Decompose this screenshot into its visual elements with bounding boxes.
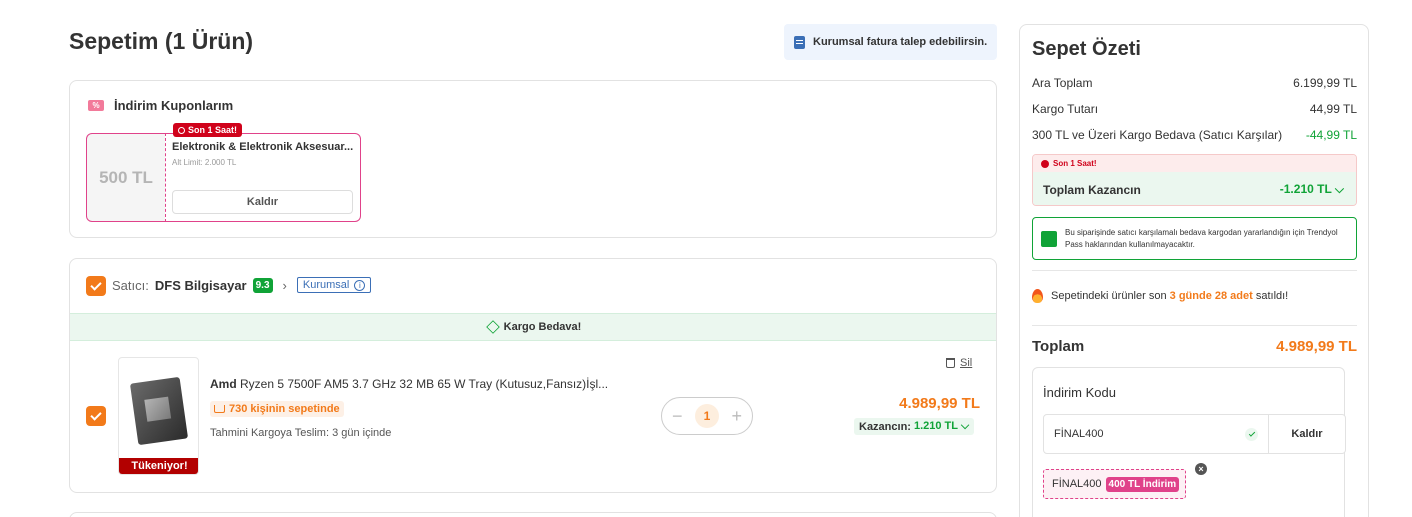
coupons-heading-text: İndirim Kuponlarım bbox=[114, 98, 234, 113]
total-savings-row: Toplam Kazancın -1.210 TL ⌵ bbox=[1033, 172, 1356, 205]
coupon-remove-button[interactable]: Kaldır bbox=[172, 190, 353, 214]
discount-code-value: FİNAL400 bbox=[1054, 428, 1104, 440]
sales-info: Sepetindeki ürünler son 3 günde 28 adet … bbox=[1032, 289, 1288, 303]
cart-icon bbox=[214, 405, 225, 413]
discount-code-input[interactable]: FİNAL400 bbox=[1043, 414, 1269, 454]
coupons-panel: % İndirim Kuponlarım 500 TL Son 1 Saat! … bbox=[69, 80, 997, 238]
quantity-stepper: − 1 + bbox=[661, 397, 753, 435]
urgency-badge-text: Son 1 Saat! bbox=[188, 125, 238, 135]
package-icon bbox=[1041, 230, 1057, 247]
delete-label: Sil bbox=[960, 357, 973, 369]
subtotal-value: 6.199,99 TL bbox=[1293, 76, 1357, 90]
discount-code-label: İndirim Kodu bbox=[1043, 385, 1116, 400]
page-title: Sepetim (1 Ürün) bbox=[69, 28, 254, 54]
savings-urgency-text: Son 1 Saat! bbox=[1053, 159, 1097, 168]
total-savings-label: Toplam Kazancın bbox=[1043, 182, 1141, 197]
savings-label: Kazancın: bbox=[859, 420, 911, 433]
sales-info-text: Sepetindeki ürünler son 3 günde 28 adet … bbox=[1051, 290, 1288, 302]
free-shipping-text: Kargo Bedava! bbox=[503, 321, 582, 333]
coupon-title: Elektronik & Elektronik Aksesuar... bbox=[172, 141, 354, 153]
sales-suffix: satıldı! bbox=[1252, 290, 1289, 302]
coupons-heading: % İndirim Kuponlarım bbox=[88, 98, 233, 113]
subtotal-label: Ara Toplam bbox=[1032, 76, 1093, 90]
corporate-seller-text: Kurumsal bbox=[302, 279, 350, 291]
delete-button[interactable]: Sil bbox=[946, 357, 972, 369]
sales-prefix: Sepetindeki ürünler son bbox=[1051, 290, 1170, 302]
applied-discount-badge: 400 TL İndirim bbox=[1105, 476, 1180, 492]
pass-note-text: Bu siparişinde satıcı karşılamalı bedava… bbox=[1065, 227, 1338, 249]
discount-code-remove-button[interactable]: Kaldır bbox=[1268, 414, 1346, 454]
divider bbox=[1032, 270, 1357, 271]
shipping-row: Kargo Tutarı 44,99 TL bbox=[1032, 102, 1357, 116]
low-stock-badge: Tükeniyor! bbox=[119, 458, 198, 474]
ticket-icon: % bbox=[88, 100, 104, 111]
basket-count-badge: 730 kişinin sepetinde bbox=[210, 401, 344, 417]
corporate-seller-badge[interactable]: Kurumsal i bbox=[296, 277, 372, 293]
corporate-invoice-notice[interactable]: Kurumsal fatura talep edebilirsin. bbox=[784, 24, 997, 60]
free-shipping-banner: Kargo Bedava! bbox=[70, 313, 996, 341]
divider bbox=[1032, 325, 1357, 326]
total-savings-box[interactable]: Son 1 Saat! Toplam Kazancın -1.210 TL ⌵ bbox=[1032, 154, 1357, 206]
check-icon bbox=[1245, 427, 1258, 441]
discount-code-panel: İndirim Kodu FİNAL400 Kaldır FİNAL400 40… bbox=[1032, 367, 1346, 517]
free-shipping-row: 300 TL ve Üzeri Kargo Bedava (Satıcı Kar… bbox=[1032, 128, 1357, 142]
savings-value: 1.210 TL ⌵ bbox=[913, 420, 970, 432]
clock-icon bbox=[178, 126, 185, 134]
applied-code: FİNAL400 bbox=[1052, 478, 1102, 490]
product-title: Ryzen 5 7500F AM5 3.7 GHz 32 MB 65 W Tra… bbox=[236, 377, 609, 391]
summary-title: Sepet Özeti bbox=[1032, 38, 1141, 60]
seller-info: Satıcı: DFS Bilgisayar 9.3 › Kurumsal i bbox=[112, 277, 372, 293]
fire-icon bbox=[1032, 289, 1043, 303]
seller-name-link[interactable]: DFS Bilgisayar bbox=[155, 278, 247, 293]
quantity-value: 1 bbox=[695, 404, 719, 428]
free-shipping-label: 300 TL ve Üzeri Kargo Bedava (Satıcı Kar… bbox=[1032, 128, 1283, 142]
savings-urgency: Son 1 Saat! bbox=[1033, 155, 1356, 172]
shipping-label: Kargo Tutarı bbox=[1032, 102, 1099, 116]
product-price: 4.989,99 TL bbox=[899, 395, 980, 412]
clock-icon bbox=[1041, 159, 1049, 168]
coupon-amount: 500 TL bbox=[86, 133, 166, 222]
free-shipping-value: -44,99 TL bbox=[1305, 128, 1357, 142]
decrease-button[interactable]: − bbox=[672, 406, 683, 427]
product-name-link[interactable]: Amd Ryzen 5 7500F AM5 3.7 GHz 32 MB 65 W… bbox=[210, 377, 620, 391]
next-seller-panel bbox=[69, 512, 997, 517]
delivery-estimate: Tahmini Kargoya Teslim: 3 gün içinde bbox=[210, 427, 392, 439]
seller-label: Satıcı: bbox=[112, 277, 149, 293]
total-value: 4.989,99 TL bbox=[1276, 338, 1357, 355]
product-brand: Amd bbox=[210, 377, 237, 391]
seller-score-badge: 9.3 bbox=[252, 277, 273, 293]
shipping-value: 44,99 TL bbox=[1309, 102, 1357, 116]
cpu-image bbox=[129, 376, 189, 446]
subtotal-row: Ara Toplam 6.199,99 TL bbox=[1032, 76, 1357, 90]
coupon-limit: Alt Limit: 2.000 TL bbox=[172, 158, 237, 167]
basket-count-text: 730 kişinin sepetinde bbox=[229, 403, 340, 415]
savings-badge[interactable]: Kazancın: 1.210 TL ⌵ bbox=[854, 418, 975, 435]
close-icon[interactable]: × bbox=[1195, 463, 1207, 475]
document-icon bbox=[794, 35, 805, 49]
total-label: Toplam bbox=[1032, 338, 1085, 355]
package-icon bbox=[485, 320, 500, 334]
total-row: Toplam 4.989,99 TL bbox=[1032, 338, 1357, 355]
trendyol-pass-note: Bu siparişinde satıcı karşılamalı bedava… bbox=[1032, 217, 1357, 260]
cart-summary: Sepet Özeti Ara Toplam 6.199,99 TL Kargo… bbox=[1019, 24, 1369, 517]
product-image[interactable]: Tükeniyor! bbox=[118, 357, 199, 475]
product-checkbox[interactable] bbox=[86, 406, 106, 426]
increase-button[interactable]: + bbox=[731, 406, 742, 427]
seller-checkbox[interactable] bbox=[86, 276, 106, 296]
trash-icon bbox=[946, 358, 955, 368]
info-icon[interactable]: i bbox=[354, 279, 366, 291]
chevron-right-icon[interactable]: › bbox=[283, 278, 287, 293]
corporate-invoice-text: Kurumsal fatura talep edebilirsin. bbox=[813, 36, 988, 48]
total-savings-value: -1.210 TL ⌵ bbox=[1279, 182, 1344, 196]
seller-panel: Satıcı: DFS Bilgisayar 9.3 › Kurumsal i … bbox=[69, 258, 997, 493]
sales-highlight: 3 günde 28 adet bbox=[1169, 290, 1253, 302]
applied-code-chip: FİNAL400 400 TL İndirim bbox=[1043, 469, 1187, 499]
urgency-badge: Son 1 Saat! bbox=[173, 123, 243, 137]
